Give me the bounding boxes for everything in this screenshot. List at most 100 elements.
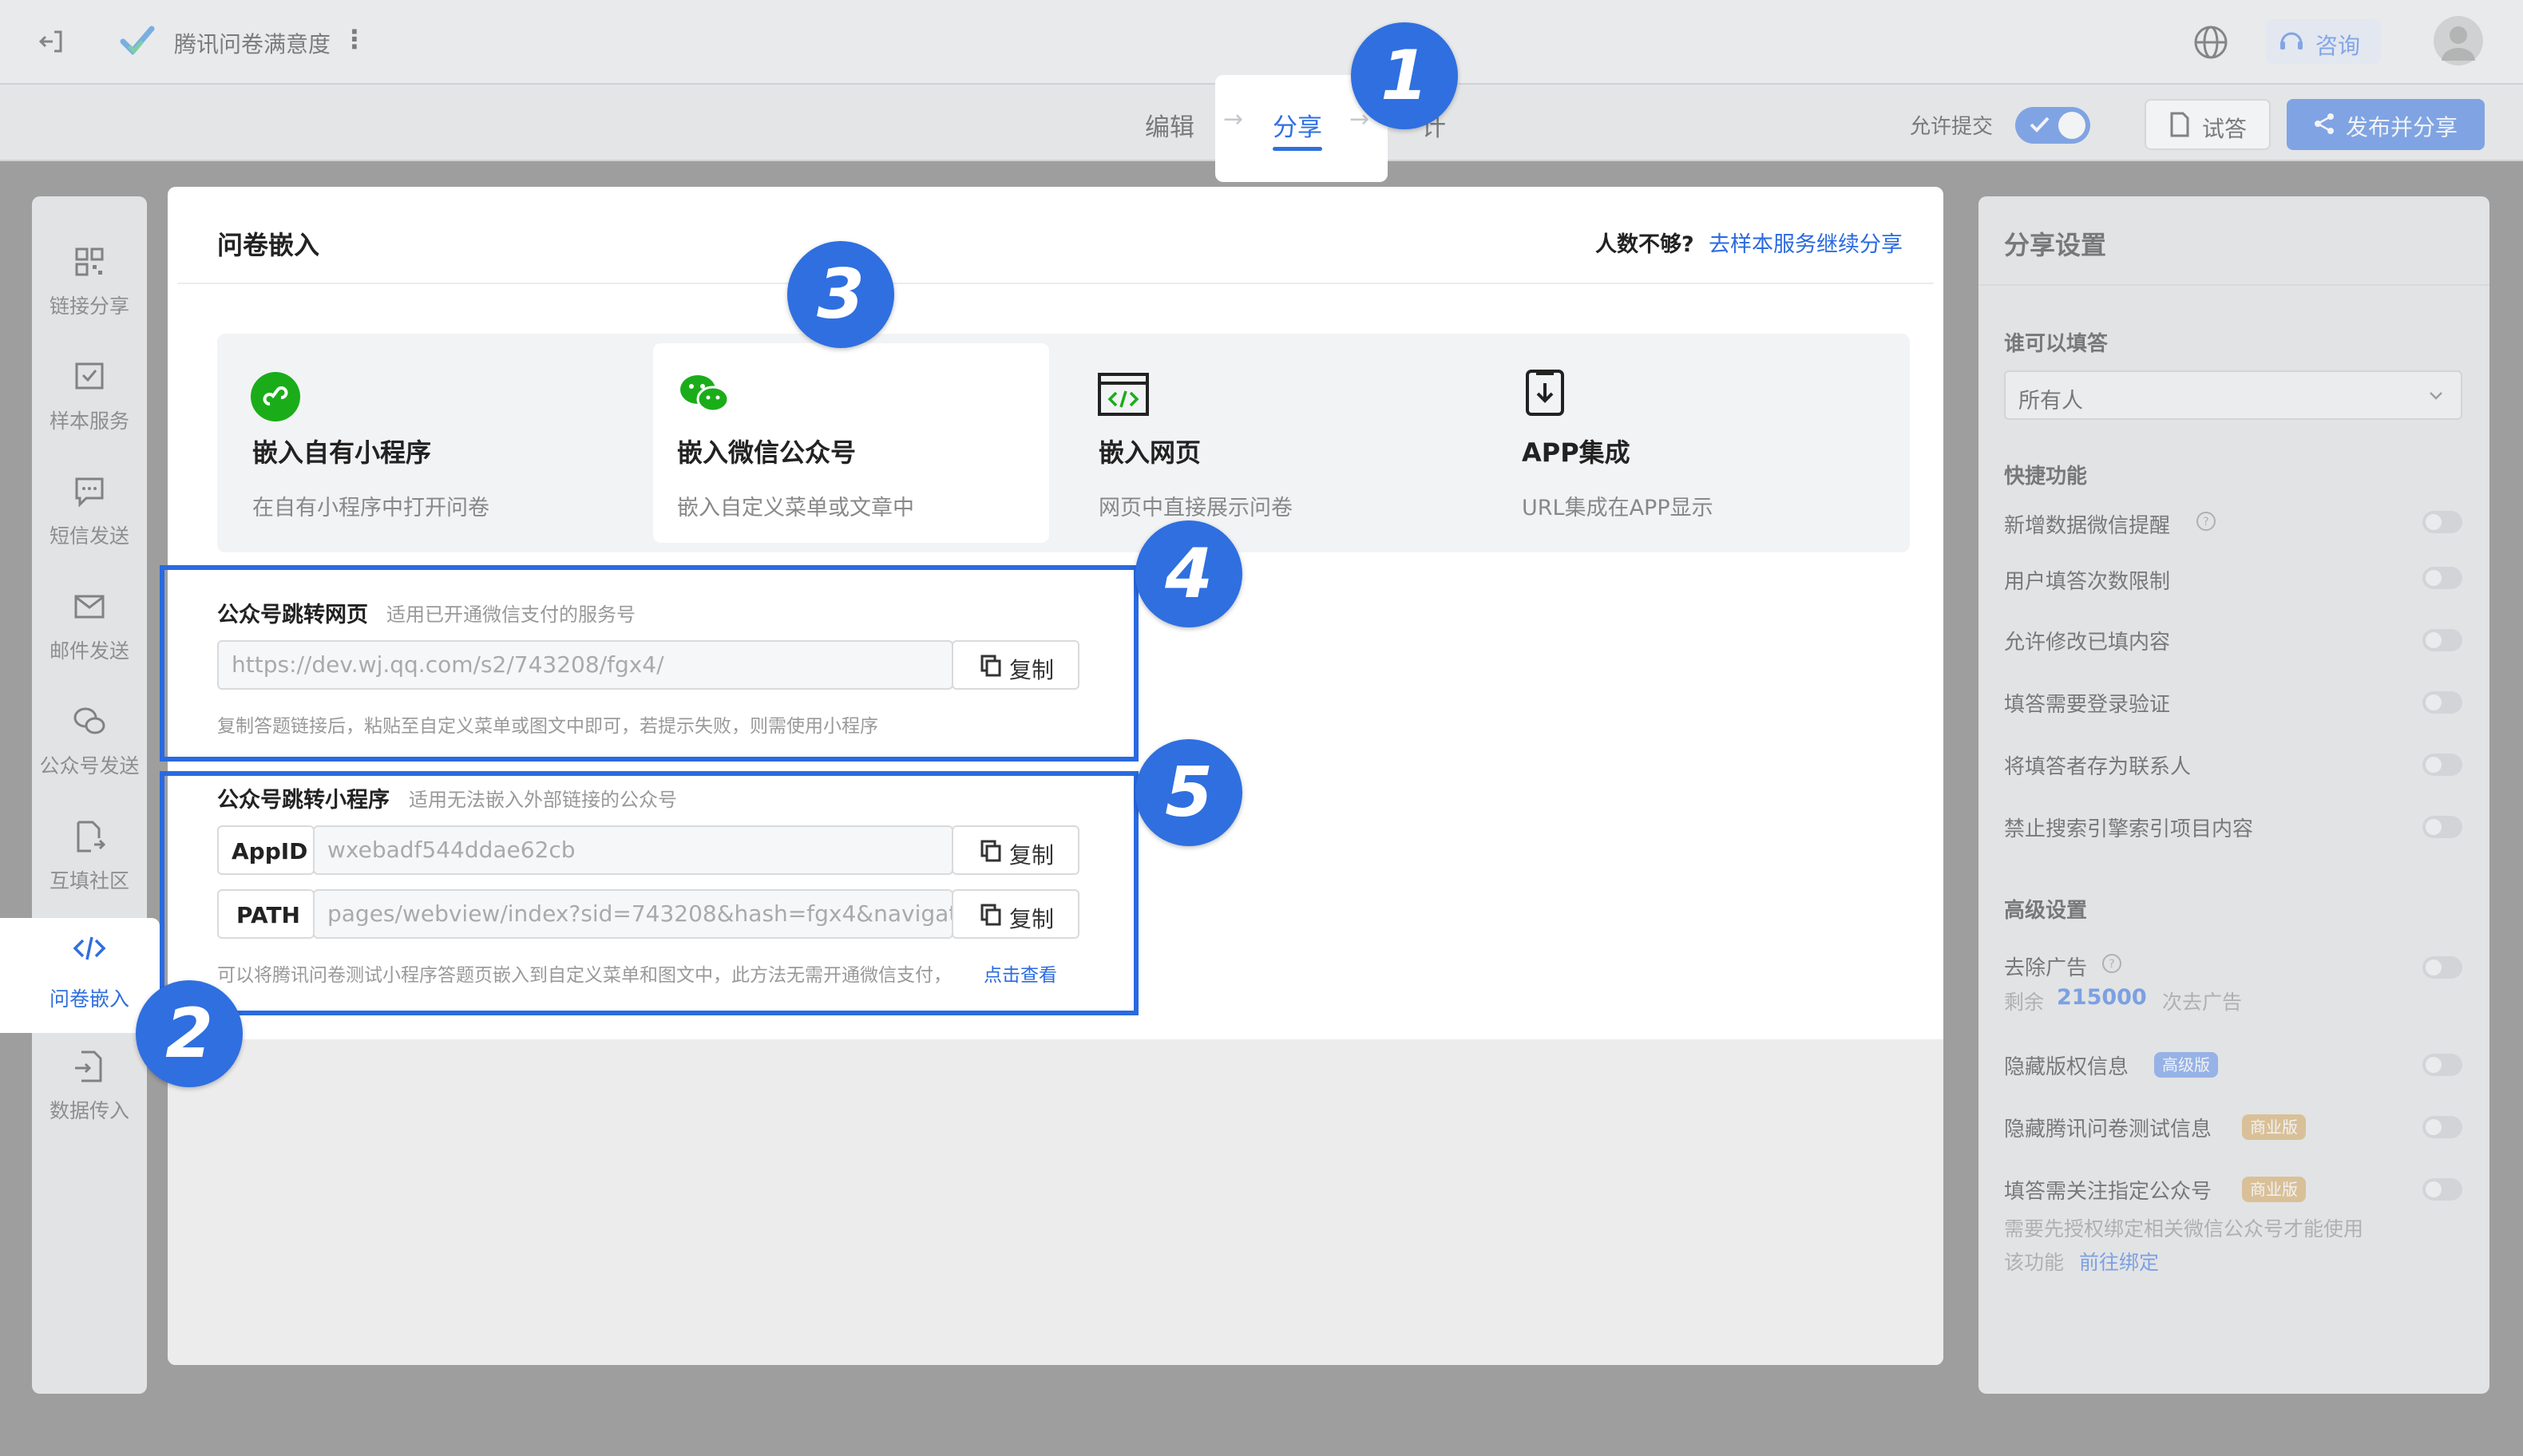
option-title: APP集成 [1522,437,1630,468]
app-logo-icon [118,22,156,64]
sidebar-item-embed[interactable]: 问卷嵌入 [0,918,160,1033]
svg-text:?: ? [2109,958,2114,971]
step-share[interactable]: 分享 [1273,107,1322,143]
remaining-count: 215000 [2057,985,2147,1010]
help-icon[interactable]: ? [2196,511,2216,535]
quick-item-label: 允许修改已填内容 [2004,631,2171,655]
quick-item-label: 新增数据微信提醒 [2004,514,2171,538]
quick-item-label: 用户填答次数限制 [2004,570,2171,594]
advanced-edition-badge: 高级版 [2154,1052,2218,1078]
hide-test-info-label: 隐藏腾讯问卷测试信息 [2004,1118,2212,1141]
quick-item-label: 禁止搜索引擎索引项目内容 [2004,817,2254,841]
share-sidebar: 链接分享 样本服务 短信发送 邮件发送 公众号发送 互填社区 数据传入 [32,196,147,1394]
miniprogram-icon [249,370,302,426]
sidebar-item-wechat[interactable]: 公众号发送 [32,696,147,800]
quick-item-label: 填答需要登录验证 [2004,693,2171,717]
remove-ads-toggle[interactable] [2422,956,2462,979]
more-icon[interactable]: ⋮ [342,24,367,54]
divider [177,283,1934,284]
arrow-right-icon: → [1223,105,1244,133]
quick-item-toggle[interactable] [2422,816,2462,838]
remaining-suffix: 次去广告 [2162,991,2243,1014]
option-title: 嵌入自有小程序 [252,437,432,468]
callout-4: 4 [1135,520,1242,627]
sidebar-item-label: 短信发送 [49,524,129,548]
sidebar-item-data-import[interactable]: 数据传入 [32,1041,147,1145]
sidebar-item-label: 邮件发送 [49,639,129,663]
callout-5: 5 [1135,739,1242,846]
wechat-icon [70,702,109,741]
consult-label: 咨询 [2315,33,2361,59]
allow-submit-toggle[interactable] [2015,107,2090,144]
preview-button[interactable]: 试答 [2145,99,2271,150]
follow-official-label: 填答需关注指定公众号 [2004,1180,2212,1204]
who-can-answer-label: 谁可以填答 [2004,332,2109,356]
code-window-icon [1097,372,1150,420]
quick-item-toggle[interactable] [2422,567,2462,589]
publish-share-button[interactable]: 发布并分享 [2287,99,2485,150]
quick-item-toggle[interactable] [2422,511,2462,533]
business-edition-badge: 商业版 [2242,1114,2306,1140]
preview-label: 试答 [2202,116,2248,142]
sidebar-item-email[interactable]: 邮件发送 [32,581,147,685]
check-icon [2028,112,2050,139]
option-app-integration[interactable]: APP集成 URL集成在APP显示 [1487,334,1883,543]
sidebar-item-sample-service[interactable]: 样本服务 [32,351,147,455]
hide-copyright-toggle[interactable] [2422,1054,2462,1076]
sidebar-item-sms[interactable]: 短信发送 [32,466,147,570]
share-settings-title: 分享设置 [2004,230,2107,260]
sidebar-item-label: 互填社区 [49,869,129,892]
option-own-miniprogram[interactable]: 嵌入自有小程序 在自有小程序中打开问卷 [217,334,613,543]
bind-link[interactable]: 前往绑定 [2079,1247,2159,1276]
sidebar-item-link-share[interactable]: 链接分享 [32,236,147,340]
back-icon[interactable] [35,26,67,61]
option-wechat-official[interactable]: 嵌入微信公众号 嵌入自定义菜单或文章中 [653,343,1049,543]
sidebar-item-label: 链接分享 [49,295,129,318]
highlight-webpage-section [160,565,1139,762]
globe-icon[interactable] [2192,24,2229,64]
callout-2: 2 [136,980,243,1087]
consult-button[interactable]: 咨询 [2266,19,2381,64]
remove-ads-label: 去除广告 [2004,956,2088,980]
quick-features-title: 快捷功能 [2004,465,2088,489]
who-can-answer-value: 所有人 [2018,389,2083,413]
quick-item-toggle[interactable] [2422,629,2462,651]
hide-test-info-toggle[interactable] [2422,1116,2462,1138]
svg-text:?: ? [2203,516,2208,528]
chevron-down-icon [2427,388,2445,407]
business-edition-badge: 商业版 [2242,1177,2306,1202]
mail-icon [70,588,109,626]
quick-item-toggle[interactable] [2422,754,2462,776]
publish-share-label: 发布并分享 [2346,114,2458,140]
advanced-settings-title: 高级设置 [2004,899,2088,923]
page-title: 问卷嵌入 [217,230,320,260]
document-icon [2169,112,2191,140]
document-share-icon [70,817,109,856]
sidebar-item-label: 问卷嵌入 [50,987,130,1011]
option-desc: 在自有小程序中打开问卷 [252,496,489,520]
checkbox-icon [70,358,109,396]
active-step-underline [1273,147,1322,151]
option-webpage[interactable]: 嵌入网页 网页中直接展示问卷 [1063,334,1460,543]
quick-item-label: 将填答者存为联系人 [2004,755,2192,779]
divider [1978,284,2489,286]
option-desc: URL集成在APP显示 [1522,496,1713,520]
app-download-icon [1525,369,1565,420]
sample-service-link[interactable]: 去样本服务继续分享 [1709,227,1903,258]
import-icon [70,1047,109,1086]
headset-icon [2277,27,2306,59]
option-desc: 嵌入自定义菜单或文章中 [677,496,914,520]
option-title: 嵌入微信公众号 [677,437,857,468]
follow-note-2: 该功能 [2004,1251,2065,1274]
avatar[interactable] [2434,16,2483,65]
follow-note: 需要先授权绑定相关微信公众号才能使用 [2004,1217,2364,1240]
sidebar-item-label: 样本服务 [49,410,129,433]
app-title[interactable]: 腾讯问卷满意度 [174,27,331,59]
help-icon[interactable]: ? [2101,953,2122,977]
who-can-answer-select[interactable]: 所有人 [2004,370,2462,420]
step-edit[interactable]: 编辑 [1145,107,1194,143]
sidebar-item-label: 公众号发送 [39,754,140,777]
follow-official-toggle[interactable] [2422,1178,2462,1201]
sidebar-item-community[interactable]: 互填社区 [32,811,147,915]
quick-item-toggle[interactable] [2422,691,2462,714]
